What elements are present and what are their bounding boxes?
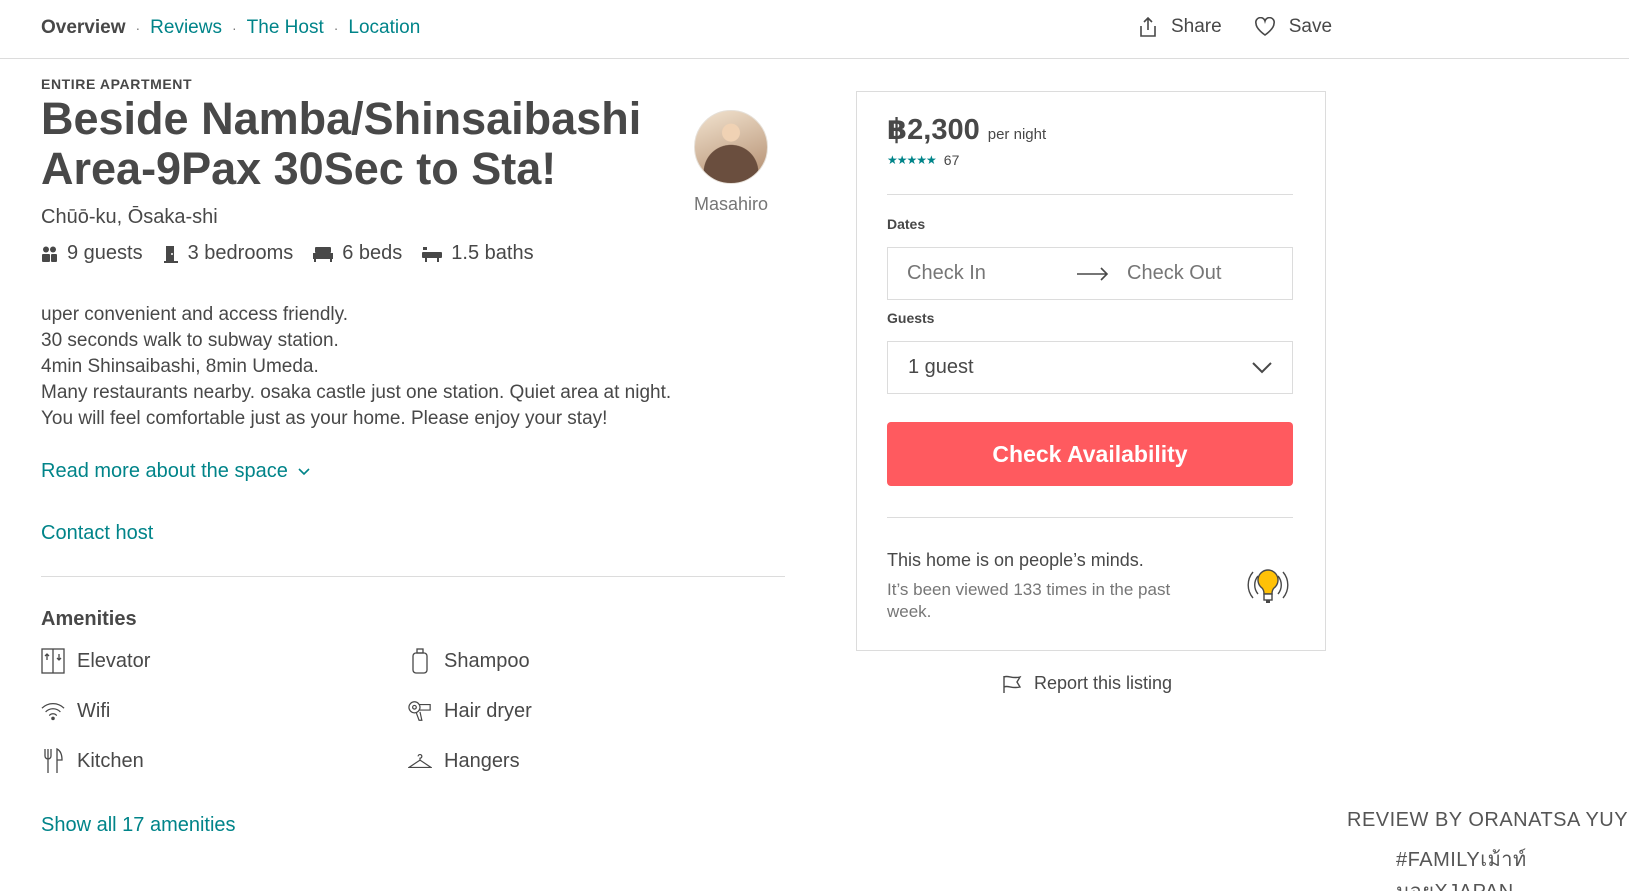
top-navigation: Overview · Reviews · The Host · Location… xyxy=(0,0,1629,59)
section-tabs: Overview · Reviews · The Host · Location xyxy=(41,17,420,39)
elevator-icon xyxy=(41,648,65,674)
listing-type: ENTIRE APARTMENT xyxy=(41,76,193,92)
check-in-field[interactable]: Check In xyxy=(907,262,1077,285)
amenities-heading: Amenities xyxy=(41,608,137,630)
description-line: You will feel comfortable just as your h… xyxy=(41,408,608,429)
amenity-hair-dryer: Hair dryer xyxy=(408,698,532,724)
amenity-wifi: Wifi xyxy=(41,698,110,724)
chevron-down-icon xyxy=(298,467,310,475)
nightly-price: ฿2,300 xyxy=(887,114,980,146)
amenity-label: Hangers xyxy=(444,749,520,772)
amenity-label: Elevator xyxy=(77,649,151,672)
booking-card: ฿2,300 per night ★★★★★ 67 Dates Check In… xyxy=(856,91,1326,651)
show-all-amenities-link[interactable]: Show all 17 amenities xyxy=(41,814,236,837)
baths-count: 1.5 baths xyxy=(451,242,534,264)
price-row: ฿2,300 per night xyxy=(887,112,1046,147)
tab-location[interactable]: Location xyxy=(348,17,420,39)
wifi-icon xyxy=(41,698,65,724)
read-more-label: Read more about the space xyxy=(41,460,288,482)
popularity-title: This home is on people’s minds. xyxy=(887,550,1144,570)
fork-knife-icon xyxy=(41,748,65,774)
tab-overview[interactable]: Overview xyxy=(41,17,126,39)
tab-the-host[interactable]: The Host xyxy=(247,17,324,39)
rating-summary[interactable]: ★★★★★ 67 xyxy=(887,152,959,168)
check-availability-button[interactable]: Check Availability xyxy=(887,422,1293,486)
report-label: Report this listing xyxy=(1034,673,1173,693)
chevron-down-icon xyxy=(1252,361,1272,373)
heart-icon xyxy=(1254,17,1275,36)
description-line: 30 seconds walk to subway station. xyxy=(41,330,339,351)
guests-selected-value: 1 guest xyxy=(908,356,974,378)
watermark-review-credit: REVIEW BY ORANATSA YUY xyxy=(1347,809,1629,831)
beds-fact: 6 beds xyxy=(313,242,402,265)
lightbulb-icon xyxy=(1247,569,1289,603)
save-label: Save xyxy=(1288,16,1333,37)
tab-reviews[interactable]: Reviews xyxy=(150,17,222,39)
review-count: 67 xyxy=(943,152,960,168)
people-icon xyxy=(42,246,57,262)
host-summary[interactable]: Masahiro xyxy=(681,110,781,215)
guests-label: Guests xyxy=(887,310,935,326)
bathtub-icon xyxy=(422,246,443,262)
share-icon xyxy=(1140,16,1156,37)
bedrooms-count: 3 bedrooms xyxy=(187,242,294,264)
host-name[interactable]: Masahiro xyxy=(681,194,781,215)
listing-facts: 9 guests 3 bedrooms 6 beds 1.5 baths xyxy=(41,242,554,265)
share-button[interactable]: Share xyxy=(1138,16,1222,38)
amenity-label: Kitchen xyxy=(77,749,144,772)
price-unit: per night xyxy=(987,126,1047,143)
amenity-kitchen: Kitchen xyxy=(41,748,144,774)
dates-label: Dates xyxy=(887,216,926,232)
watermark-hashtag: #FAMILYเม้าท์มอยXJAPAN xyxy=(1396,849,1527,891)
save-button[interactable]: Save xyxy=(1254,16,1332,38)
date-range-picker: Check In Check Out xyxy=(887,247,1293,300)
card-divider xyxy=(887,194,1293,195)
shampoo-bottle-icon xyxy=(408,648,432,674)
amenity-label: Wifi xyxy=(77,699,111,722)
description-line: 4min Shinsaibashi, 8min Umeda. xyxy=(41,356,319,377)
popularity-detail: It’s been viewed 133 times in the past w… xyxy=(887,580,1171,621)
guests-count: 9 guests xyxy=(67,242,143,264)
check-out-field[interactable]: Check Out xyxy=(1127,262,1221,285)
flag-icon xyxy=(1003,675,1022,693)
beds-count: 6 beds xyxy=(342,242,403,264)
nav-separator: · xyxy=(135,20,141,36)
amenity-label: Hair dryer xyxy=(444,699,532,722)
amenity-shampoo: Shampoo xyxy=(408,648,530,674)
listing-actions: Share Save xyxy=(1138,16,1332,38)
guests-fact: 9 guests xyxy=(41,242,143,265)
bed-icon xyxy=(313,246,334,262)
description-line: Many restaurants nearby. osaka castle ju… xyxy=(41,382,672,403)
share-label: Share xyxy=(1171,16,1222,37)
section-divider xyxy=(41,576,785,577)
star-rating: ★★★★★ xyxy=(887,153,937,167)
report-listing-link[interactable]: Report this listing xyxy=(1002,673,1172,694)
read-more-link[interactable]: Read more about the space xyxy=(41,460,310,483)
host-avatar[interactable] xyxy=(694,110,768,184)
listing-title: Beside Namba/Shinsaibashi Area-9Pax 30Se… xyxy=(41,93,642,194)
card-divider xyxy=(887,517,1293,518)
baths-fact: 1.5 baths xyxy=(422,242,534,265)
hanger-icon xyxy=(408,748,432,774)
bedrooms-fact: 3 bedrooms xyxy=(163,242,294,265)
hair-dryer-icon xyxy=(408,698,432,724)
nav-separator: · xyxy=(231,20,237,36)
nav-separator: · xyxy=(333,20,339,36)
contact-host-link[interactable]: Contact host xyxy=(41,522,153,545)
arrow-right-icon xyxy=(1077,266,1125,281)
description-line: uper convenient and access friendly. xyxy=(41,304,348,325)
amenity-label: Shampoo xyxy=(444,649,530,672)
listing-locality[interactable]: Chūō-ku, Ōsaka-shi xyxy=(41,206,218,229)
door-icon xyxy=(163,245,178,263)
amenity-hangers: Hangers xyxy=(408,748,520,774)
guests-select[interactable]: 1 guest xyxy=(887,341,1293,394)
listing-description: uper convenient and access friendly. 30 … xyxy=(41,302,671,432)
amenity-elevator: Elevator xyxy=(41,648,150,674)
